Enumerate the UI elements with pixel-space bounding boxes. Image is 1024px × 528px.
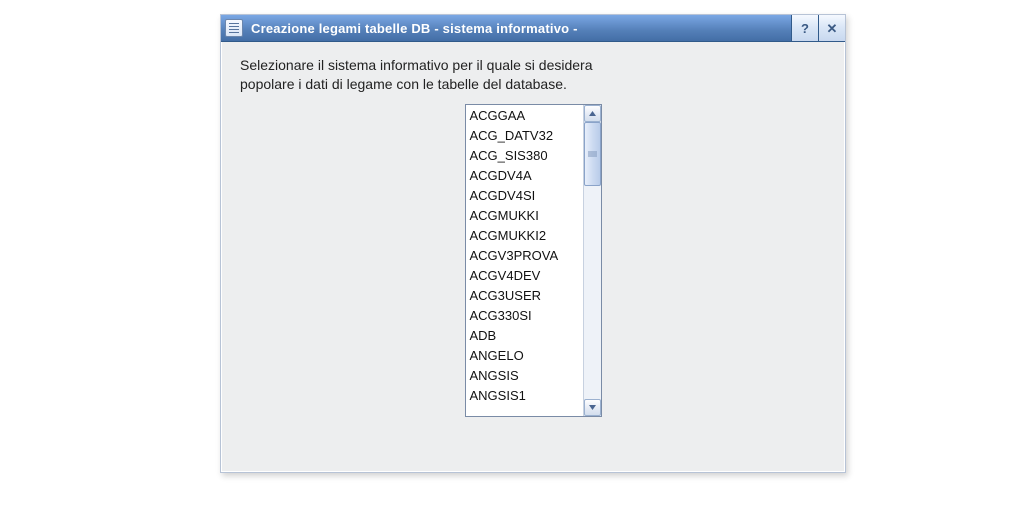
window-title: Creazione legami tabelle DB - sistema in… (251, 21, 584, 36)
help-icon: ? (801, 22, 809, 35)
close-button[interactable]: ✕ (818, 15, 845, 41)
list-item[interactable]: ACG_DATV32 (468, 126, 581, 146)
dialog-body: Selezionare il sistema informativo per i… (221, 42, 845, 472)
scroll-track[interactable] (584, 122, 601, 399)
list-item[interactable]: ANGELO (468, 346, 581, 366)
titlebar[interactable]: Creazione legami tabelle DB - sistema in… (221, 15, 845, 42)
chevron-down-icon (589, 405, 596, 410)
list-item[interactable]: ACGMUKKI (468, 206, 581, 226)
menu-icon[interactable] (225, 19, 243, 37)
list-item[interactable]: ACGV3PROVA (468, 246, 581, 266)
list-item[interactable]: ACGDV4SI (468, 186, 581, 206)
list-item[interactable]: ACG3USER (468, 286, 581, 306)
list-item[interactable]: ACG_SIS380 (468, 146, 581, 166)
help-button[interactable]: ? (791, 15, 818, 41)
list-item[interactable]: ACG330SI (468, 306, 581, 326)
dialog-window: Creazione legami tabelle DB - sistema in… (220, 14, 846, 473)
titlebar-left: Creazione legami tabelle DB - sistema in… (221, 15, 791, 41)
close-icon: ✕ (827, 22, 838, 35)
instruction-text: Selezionare il sistema informativo per i… (240, 56, 826, 94)
list-item[interactable]: ACGMUKKI2 (468, 226, 581, 246)
list-item[interactable]: ACGDV4A (468, 166, 581, 186)
scroll-up-button[interactable] (584, 105, 601, 122)
chevron-up-icon (589, 111, 596, 116)
list-item[interactable]: ACGGAA (468, 106, 581, 126)
scrollbar[interactable] (583, 105, 601, 416)
list-item[interactable]: ANGSIS1 (468, 386, 581, 406)
scroll-down-button[interactable] (584, 399, 601, 416)
list-item[interactable]: ANGSIS (468, 366, 581, 386)
scroll-thumb[interactable] (584, 122, 601, 186)
system-listbox[interactable]: ACGGAA ACG_DATV32 ACG_SIS380 ACGDV4A ACG… (465, 104, 602, 417)
list-item[interactable]: ADB (468, 326, 581, 346)
listbox-items[interactable]: ACGGAA ACG_DATV32 ACG_SIS380 ACGDV4A ACG… (466, 105, 583, 416)
list-item[interactable]: ACGV4DEV (468, 266, 581, 286)
